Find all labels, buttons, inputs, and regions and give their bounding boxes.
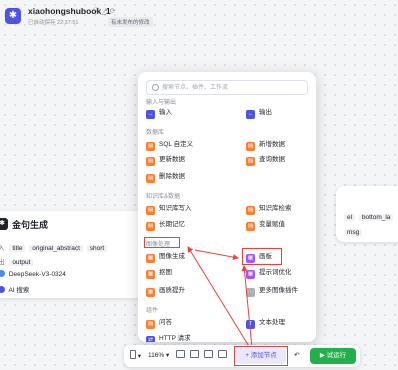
annotation-arrow — [194, 249, 239, 261]
undo-icon[interactable]: ↶ — [294, 350, 299, 362]
comment-icon[interactable] — [204, 350, 213, 362]
zoom-select[interactable]: 116% ▾ — [148, 350, 169, 362]
fit-view-icon[interactable] — [190, 350, 199, 362]
annotation-arrows — [187, 246, 253, 349]
bottom-toolbar: ▾ 116% ▾ + 添加节点 ↶ ▶ 试运行 — [124, 345, 360, 367]
test-run-button[interactable]: ▶ 试运行 — [310, 348, 356, 364]
annotation-box-add-node — [234, 346, 288, 366]
annotation-arrow — [241, 265, 253, 349]
layout-icon[interactable] — [218, 350, 227, 362]
phone-icon — [130, 350, 136, 359]
device-select[interactable]: ▾ — [130, 350, 141, 362]
minimap-icon[interactable] — [176, 350, 185, 362]
annotation-arrow — [187, 246, 251, 349]
